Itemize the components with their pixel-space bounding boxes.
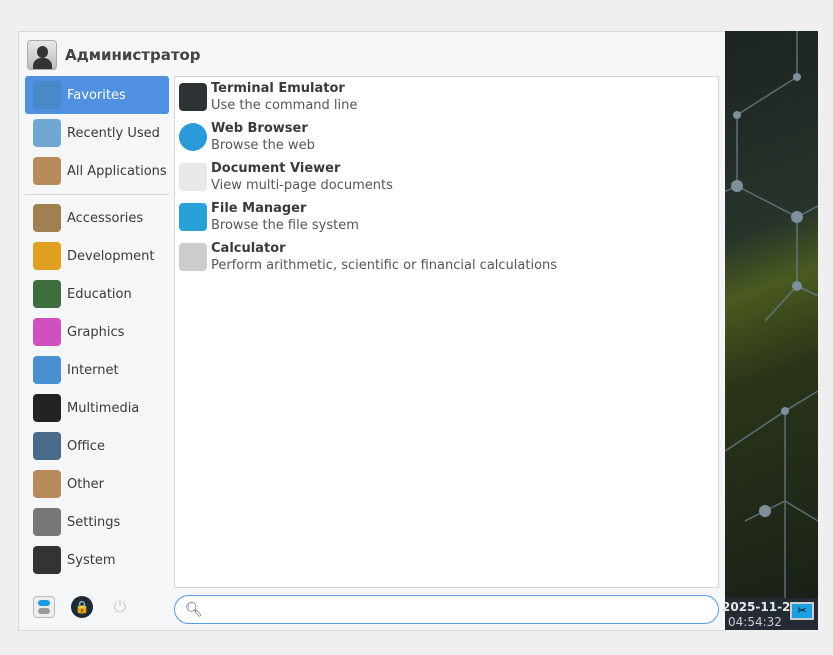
desktop-wallpaper	[725, 31, 818, 598]
category-label: Settings	[67, 514, 121, 530]
file-manager-icon	[179, 203, 207, 231]
app-item[interactable]: Terminal Emulator Use the command line	[175, 77, 718, 117]
education-icon	[33, 280, 61, 308]
clock-time[interactable]: 04:54:32	[728, 615, 782, 629]
category-graphics[interactable]: Graphics	[25, 313, 169, 351]
terminal-icon	[179, 83, 207, 111]
category-internet[interactable]: Internet	[25, 351, 169, 389]
search-icon: 🔍︎	[185, 601, 203, 618]
category-separator	[25, 194, 169, 195]
toggle-icon	[38, 600, 50, 606]
multimedia-icon	[33, 394, 61, 422]
app-description: Browse the web	[211, 137, 315, 153]
other-icon	[33, 470, 61, 498]
settings-icon	[33, 508, 61, 536]
app-item[interactable]: Web Browser Browse the web	[175, 117, 718, 157]
application-menu: Администратор Favorites Recently Used All …	[18, 31, 726, 631]
category-other[interactable]: Other	[25, 465, 169, 503]
category-label: Internet	[67, 362, 119, 378]
app-name: Terminal Emulator	[211, 80, 345, 96]
recent-icon	[33, 119, 61, 147]
avatar[interactable]	[27, 40, 57, 70]
user-header: Администратор	[27, 40, 201, 70]
category-label: Education	[67, 286, 132, 302]
category-recently-used[interactable]: Recently Used	[25, 114, 169, 152]
app-list: Terminal Emulator Use the command line Web…	[174, 76, 719, 588]
category-development[interactable]: Development	[25, 237, 169, 275]
toggle-icon	[38, 608, 50, 614]
favorites-icon	[33, 81, 61, 109]
category-list: Favorites Recently Used All Applications Ac…	[25, 76, 169, 579]
app-name: File Manager	[211, 200, 307, 216]
app-name: Document Viewer	[211, 160, 341, 176]
document-viewer-icon	[179, 163, 207, 191]
category-label: Graphics	[67, 324, 125, 340]
wallpaper-pattern	[725, 31, 818, 598]
app-description: Use the command line	[211, 97, 358, 113]
screenshot-button[interactable]: ✂	[790, 602, 814, 620]
app-item[interactable]: Calculator Perform arithmetic, scientific…	[175, 237, 718, 277]
category-label: Office	[67, 438, 105, 454]
app-name: Calculator	[211, 240, 286, 256]
system-icon	[33, 546, 61, 574]
app-description: Browse the file system	[211, 217, 359, 233]
all-apps-icon	[33, 157, 61, 185]
category-accessories[interactable]: Accessories	[25, 199, 169, 237]
category-label: Accessories	[67, 210, 144, 226]
lock-screen-button[interactable]: 🔒	[71, 596, 93, 618]
office-icon	[33, 432, 61, 460]
category-multimedia[interactable]: Multimedia	[25, 389, 169, 427]
category-label: System	[67, 552, 116, 568]
category-label: Multimedia	[67, 400, 140, 416]
internet-icon	[33, 356, 61, 384]
category-favorites[interactable]: Favorites	[25, 76, 169, 114]
search-box[interactable]: 🔍︎	[174, 595, 719, 624]
graphics-icon	[33, 318, 61, 346]
power-icon: ⏻	[113, 597, 127, 616]
taskbar: 2025-11-20 04:54:32 ✂	[722, 598, 818, 630]
app-item[interactable]: File Manager Browse the file system	[175, 197, 718, 237]
category-label: Recently Used	[67, 125, 160, 141]
category-office[interactable]: Office	[25, 427, 169, 465]
category-label: Favorites	[67, 87, 126, 103]
app-description: View multi-page documents	[211, 177, 393, 193]
app-item[interactable]: Document Viewer View multi-page documents	[175, 157, 718, 197]
calculator-icon	[179, 243, 207, 271]
category-settings[interactable]: Settings	[25, 503, 169, 541]
development-icon	[33, 242, 61, 270]
app-name: Web Browser	[211, 120, 308, 136]
scissors-icon: ✂	[797, 604, 807, 617]
category-all-applications[interactable]: All Applications	[25, 152, 169, 190]
clock-date[interactable]: 2025-11-20	[722, 600, 799, 614]
category-system[interactable]: System	[25, 541, 169, 579]
settings-toggle-button[interactable]	[33, 596, 55, 618]
lock-icon: 🔒	[74, 600, 90, 614]
logout-button[interactable]: ⏻	[109, 596, 131, 618]
category-label: All Applications	[67, 163, 167, 179]
category-education[interactable]: Education	[25, 275, 169, 313]
category-label: Other	[67, 476, 104, 492]
accessories-icon	[33, 204, 61, 232]
action-buttons: 🔒 ⏻	[33, 596, 131, 618]
web-browser-icon	[179, 123, 207, 151]
username: Администратор	[65, 46, 201, 64]
app-description: Perform arithmetic, scientific or financ…	[211, 257, 558, 273]
category-label: Development	[67, 248, 155, 264]
search-input[interactable]	[208, 602, 718, 617]
